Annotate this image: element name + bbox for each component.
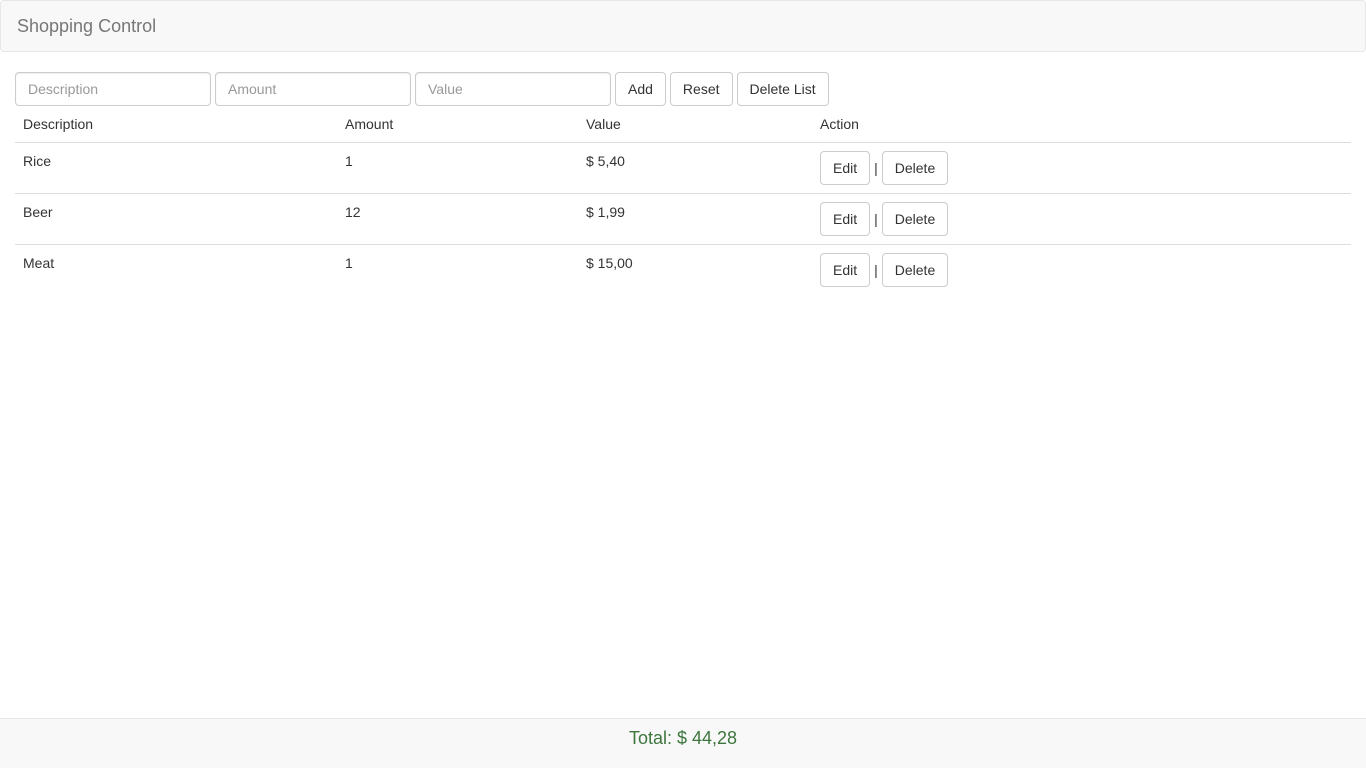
table-row: Meat 1 $ 15,00 Edit | Delete (15, 243, 1351, 295)
header-value: Value (578, 110, 812, 143)
header-description: Description (15, 110, 337, 143)
cell-action: Edit | Delete (812, 243, 1351, 295)
app-title[interactable]: Shopping Control (17, 16, 156, 36)
delete-list-button[interactable]: Delete List (736, 72, 829, 106)
delete-button[interactable]: Delete (881, 252, 949, 287)
cell-amount: 12 (337, 192, 578, 244)
footer-bar: Total: $ 44,28 (0, 718, 1366, 768)
navbar: Shopping Control (0, 0, 1366, 52)
add-item-form: Add Reset Delete List (15, 72, 829, 106)
header-action: Action (812, 110, 1351, 143)
action-separator: | (874, 210, 878, 227)
description-input[interactable] (15, 72, 211, 106)
shopping-table: Description Amount Value Action Rice 1 $… (15, 110, 1351, 295)
cell-description: Rice (23, 152, 52, 169)
edit-button[interactable]: Edit (820, 201, 871, 236)
value-input[interactable] (415, 72, 611, 106)
cell-action: Edit | Delete (812, 142, 1351, 193)
cell-amount: 1 (345, 152, 353, 169)
reset-button[interactable]: Reset (669, 72, 733, 106)
cell-value: $ 5,40 (586, 152, 625, 169)
cell-amount: 1 (337, 243, 578, 295)
total-amount: Total: $ 44,28 (628, 728, 738, 748)
action-separator: | (874, 159, 878, 176)
cell-description: Meat (15, 243, 337, 295)
delete-button[interactable]: Delete (881, 150, 949, 185)
edit-button[interactable]: Edit (820, 252, 871, 287)
table-header-row: Description Amount Value Action (15, 110, 1351, 143)
cell-description: Beer (15, 192, 337, 244)
delete-button[interactable]: Delete (881, 201, 949, 236)
shopping-table-container: Description Amount Value Action Rice 1 $… (15, 110, 1351, 295)
cell-action: Edit | Delete (812, 192, 1351, 244)
action-separator: | (874, 261, 878, 278)
table-row: Beer 12 $ 1,99 Edit | Delete (15, 192, 1351, 244)
table-row: Rice 1 $ 5,40 Edit | Delete (15, 142, 1351, 193)
edit-button[interactable]: Edit (820, 150, 871, 185)
amount-input[interactable] (215, 72, 411, 106)
cell-value: $ 15,00 (578, 243, 812, 295)
header-amount: Amount (337, 110, 578, 143)
cell-value: $ 1,99 (578, 192, 812, 244)
add-button[interactable]: Add (615, 72, 666, 106)
